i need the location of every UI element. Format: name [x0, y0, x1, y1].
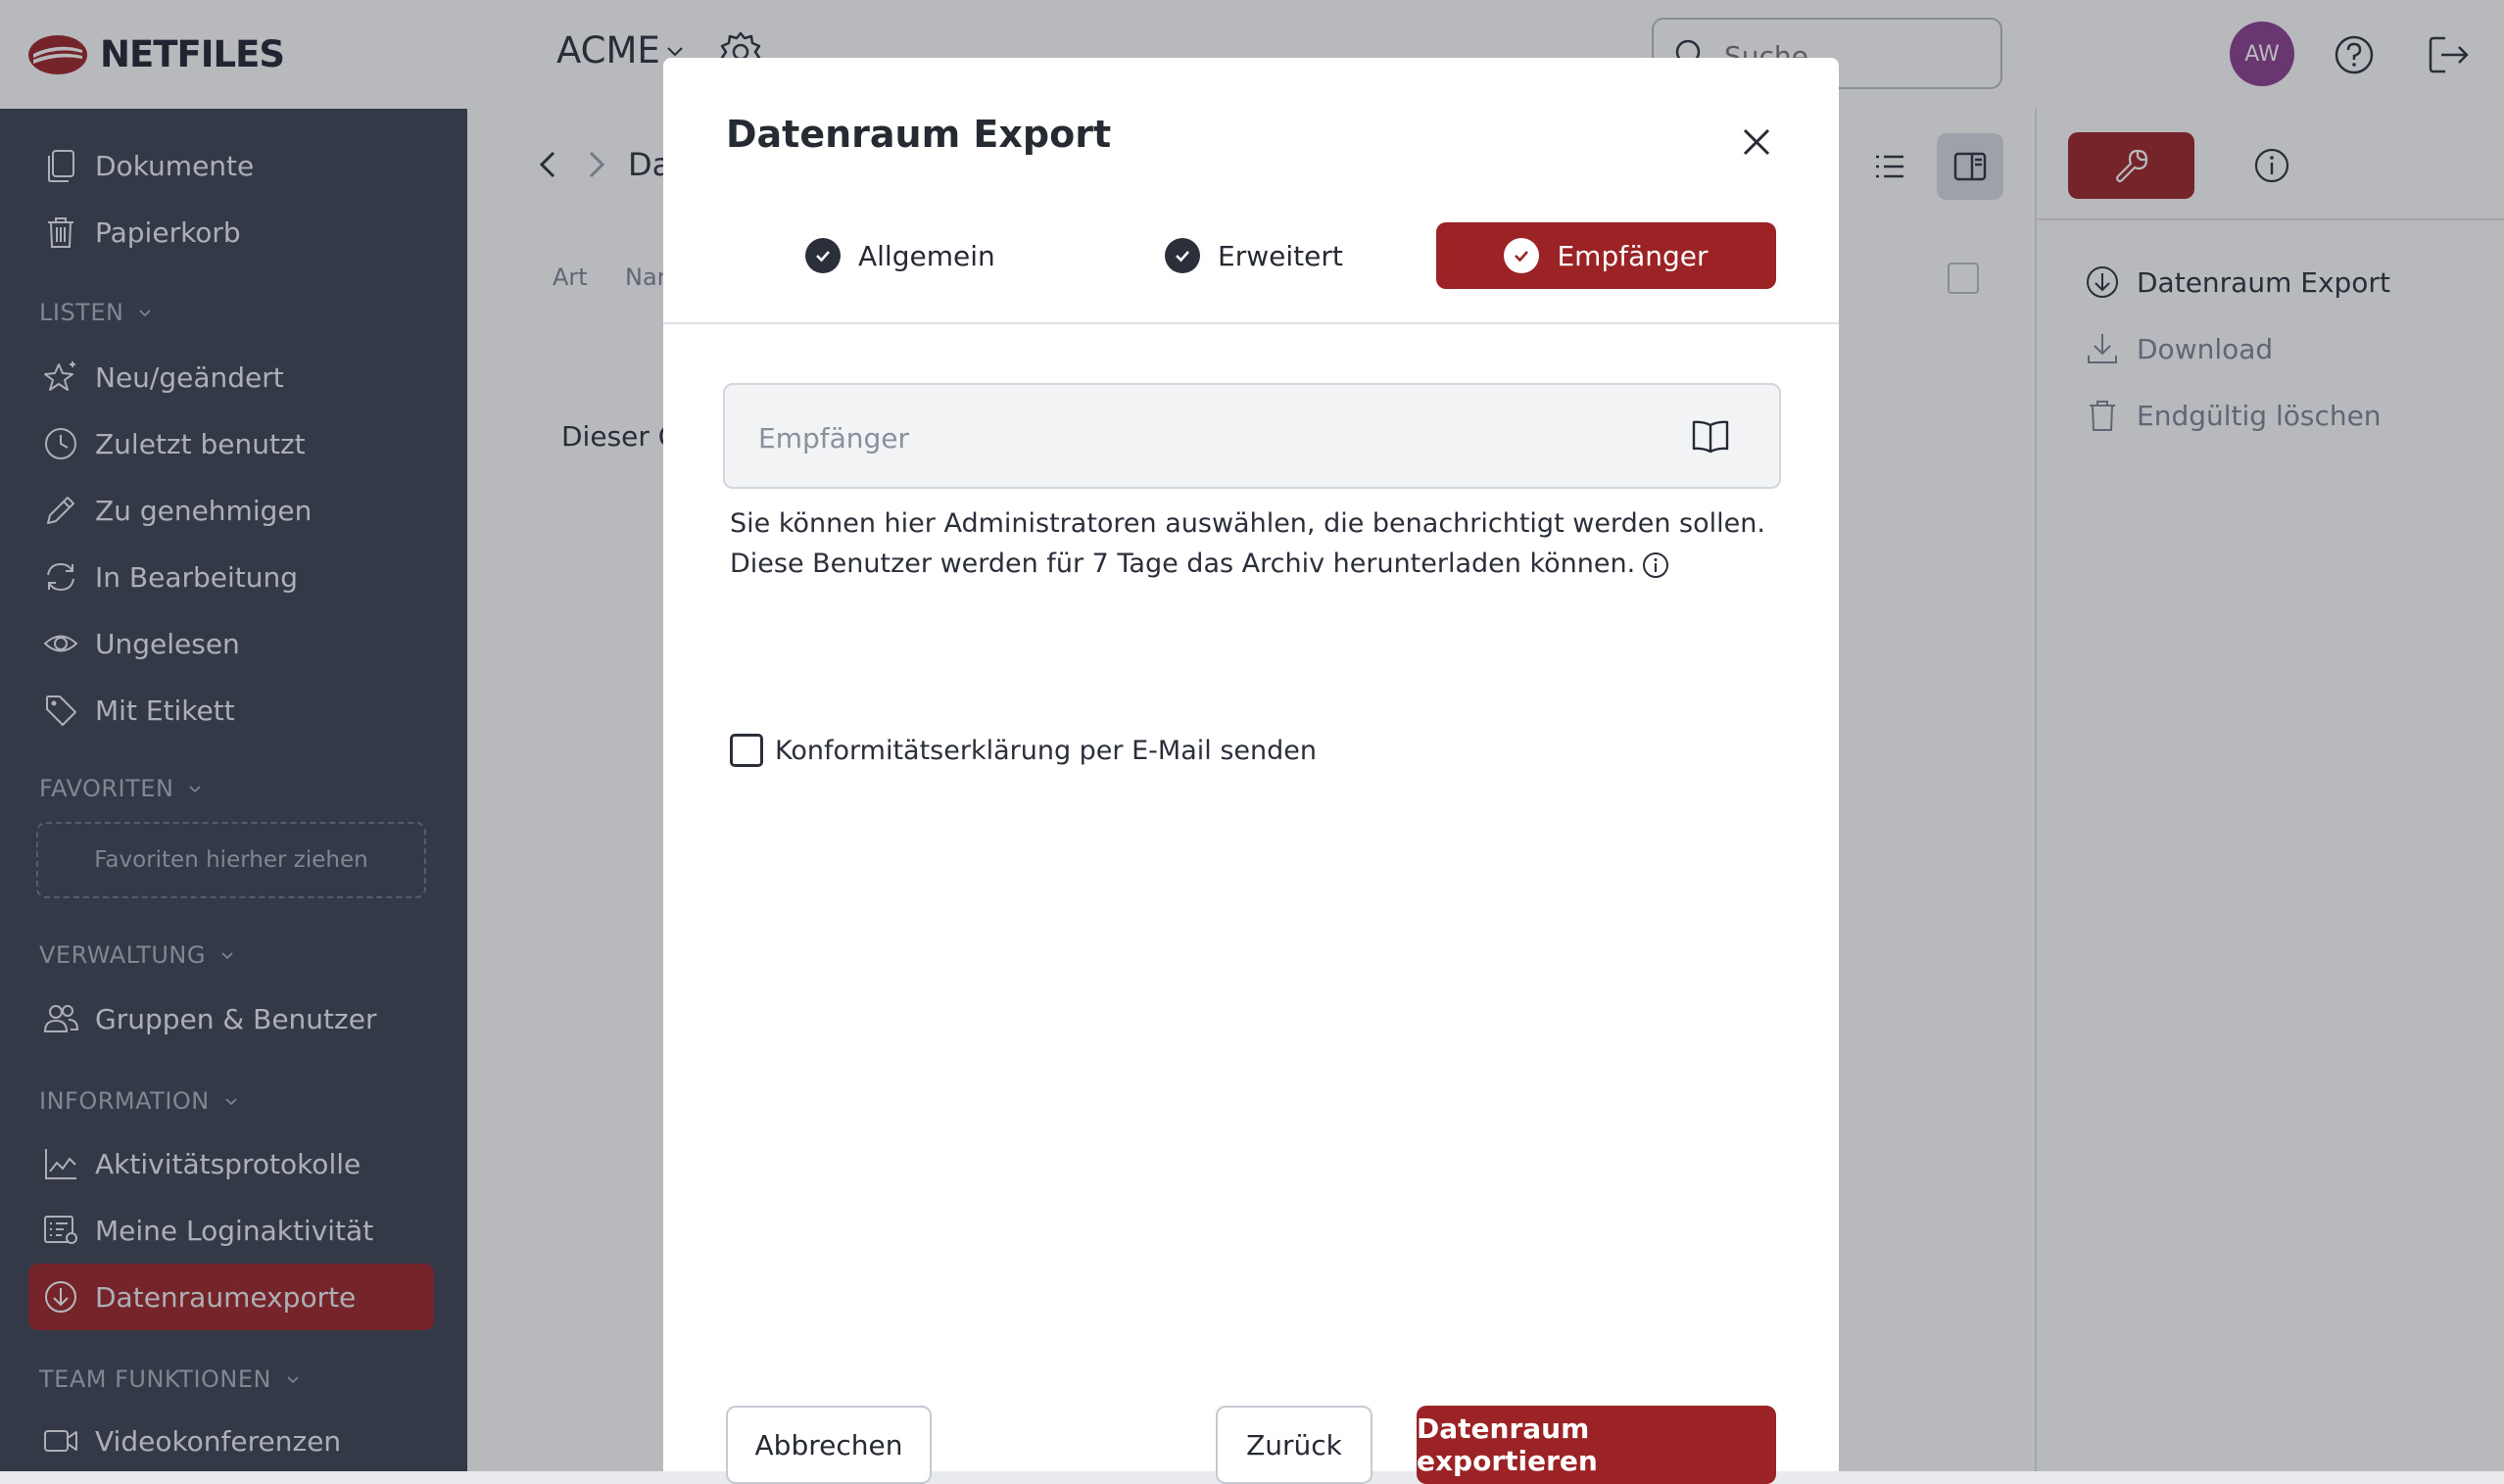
check-circle-icon [1504, 238, 1540, 273]
dialog-title: Datenraum Export [726, 113, 1112, 156]
address-book-icon[interactable] [1689, 416, 1732, 455]
recipient-input[interactable] [756, 412, 1642, 463]
checkbox-label: Konformitätserklärung per E-Mail senden [775, 735, 1317, 766]
step-label: Allgemein [858, 239, 995, 272]
back-button[interactable]: Zurück [1216, 1406, 1372, 1484]
dialog-divider [663, 322, 1839, 324]
conformity-email-option[interactable]: Konformitätserklärung per E-Mail senden [730, 734, 1317, 767]
recipient-hint: Sie können hier Administratoren auswähle… [730, 503, 1788, 584]
dataroom-export-dialog: Datenraum Export Allgemein Erweitert Emp… [663, 58, 1839, 1484]
step-advanced[interactable]: Erweitert [1165, 222, 1343, 289]
step-recipients[interactable]: Empfänger [1436, 222, 1776, 289]
close-icon[interactable] [1735, 120, 1778, 164]
recipient-field[interactable] [723, 383, 1781, 489]
check-circle-icon [1165, 238, 1200, 273]
step-general[interactable]: Allgemein [805, 222, 995, 289]
step-label: Erweitert [1218, 239, 1343, 272]
conformity-checkbox[interactable] [730, 734, 763, 767]
step-label: Empfänger [1557, 239, 1709, 272]
cancel-button[interactable]: Abbrechen [726, 1406, 932, 1484]
hint-text: Sie können hier Administratoren auswähle… [730, 508, 1765, 579]
info-icon[interactable] [1641, 551, 1670, 580]
export-dataroom-button[interactable]: Datenraum exportieren [1417, 1406, 1776, 1484]
check-circle-icon [805, 238, 841, 273]
